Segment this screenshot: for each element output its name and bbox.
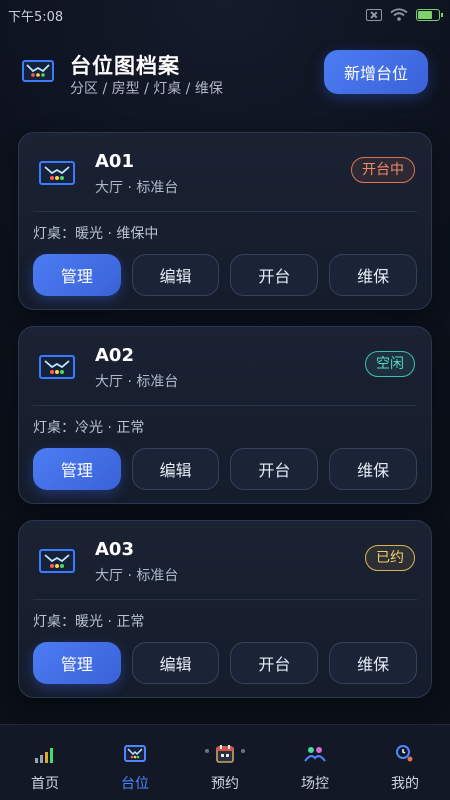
table-icon bbox=[39, 161, 75, 185]
status-badge: 已约 bbox=[365, 545, 415, 571]
table-name: A03 bbox=[95, 539, 134, 560]
header: 台位图档案 分区 / 房型 / 灯桌 / 维保 新增台位 bbox=[0, 44, 450, 104]
lamp-info: 灯桌：暖光 · 正常 bbox=[33, 614, 145, 630]
table-name: A02 bbox=[95, 345, 134, 366]
nav-item-home[interactable]: 首页 bbox=[0, 725, 90, 800]
open-table-button[interactable]: 开台 bbox=[230, 254, 319, 296]
maintenance-button[interactable]: 维保 bbox=[329, 448, 418, 490]
table-card-list: A01 大厅 · 标准台 开台中 灯桌：暖光 · 维保中 管理 编辑 开台 维保… bbox=[18, 132, 432, 714]
edit-button[interactable]: 编辑 bbox=[131, 448, 220, 490]
table-logo-icon bbox=[22, 60, 54, 82]
nav-label: 我的 bbox=[391, 776, 419, 792]
open-table-button[interactable]: 开台 bbox=[230, 448, 319, 490]
table-name: A01 bbox=[95, 151, 134, 172]
nav-item-floor-control[interactable]: 场控 bbox=[270, 725, 360, 800]
table-icon bbox=[39, 355, 75, 379]
page-subtitle: 分区 / 房型 / 灯桌 / 维保 bbox=[70, 81, 223, 97]
manage-button[interactable]: 管理 bbox=[33, 254, 121, 296]
table-card-a03[interactable]: A03 大厅 · 标准台 已约 灯桌：暖光 · 正常 管理 编辑 开台 维保 bbox=[18, 520, 432, 698]
open-table-button[interactable]: 开台 bbox=[230, 642, 319, 684]
status-time: 下午5:08 bbox=[8, 9, 64, 25]
card-divider bbox=[33, 599, 417, 600]
nav-label: 预约 bbox=[211, 776, 239, 792]
nav-label: 场控 bbox=[301, 776, 329, 792]
card-actions: 管理 编辑 开台 维保 bbox=[33, 642, 418, 686]
nav-item-profile[interactable]: 我的 bbox=[360, 725, 450, 800]
battery-icon bbox=[416, 9, 443, 21]
add-table-button[interactable]: 新增台位 bbox=[324, 50, 428, 94]
card-actions: 管理 编辑 开台 维保 bbox=[33, 448, 418, 492]
table-type: 大厅 · 标准台 bbox=[95, 374, 179, 390]
calendar-icon bbox=[216, 745, 234, 763]
card-divider bbox=[33, 211, 417, 212]
page-title: 台位图档案 bbox=[70, 54, 180, 78]
maintenance-button[interactable]: 维保 bbox=[329, 254, 418, 296]
wifi-icon bbox=[390, 8, 408, 21]
people-icon bbox=[304, 747, 326, 762]
card-actions: 管理 编辑 开台 维保 bbox=[33, 254, 418, 298]
notification-off-icon bbox=[366, 9, 382, 21]
user-clock-icon bbox=[396, 745, 413, 762]
table-type: 大厅 · 标准台 bbox=[95, 180, 179, 196]
card-divider bbox=[33, 405, 417, 406]
status-badge: 空闲 bbox=[365, 351, 415, 377]
manage-button[interactable]: 管理 bbox=[33, 448, 121, 490]
nav-item-booking[interactable]: 预约 bbox=[180, 725, 270, 800]
table-type: 大厅 · 标准台 bbox=[95, 568, 179, 584]
nav-item-tables[interactable]: 台位 bbox=[90, 725, 180, 800]
table-icon bbox=[39, 549, 75, 573]
lamp-info: 灯桌：暖光 · 维保中 bbox=[33, 226, 159, 242]
manage-button[interactable]: 管理 bbox=[33, 642, 121, 684]
nav-label: 台位 bbox=[121, 776, 149, 792]
bar-chart-icon bbox=[35, 748, 53, 763]
status-icons bbox=[366, 8, 443, 22]
maintenance-button[interactable]: 维保 bbox=[329, 642, 418, 684]
table-icon bbox=[124, 745, 146, 762]
lamp-info: 灯桌：冷光 · 正常 bbox=[33, 420, 145, 436]
table-card-a01[interactable]: A01 大厅 · 标准台 开台中 灯桌：暖光 · 维保中 管理 编辑 开台 维保 bbox=[18, 132, 432, 310]
edit-button[interactable]: 编辑 bbox=[131, 642, 220, 684]
edit-button[interactable]: 编辑 bbox=[131, 254, 220, 296]
status-badge: 开台中 bbox=[351, 157, 415, 183]
nav-label: 首页 bbox=[31, 776, 59, 792]
table-card-a02[interactable]: A02 大厅 · 标准台 空闲 灯桌：冷光 · 正常 管理 编辑 开台 维保 bbox=[18, 326, 432, 504]
status-bar: 下午5:08 bbox=[0, 0, 450, 30]
screen: 下午5:08 台位图档案 分区 / 房型 / 灯桌 / 维保 新增台位 A01 … bbox=[0, 0, 450, 800]
bottom-nav: 首页 台位 预约 场控 我的 bbox=[0, 724, 450, 800]
